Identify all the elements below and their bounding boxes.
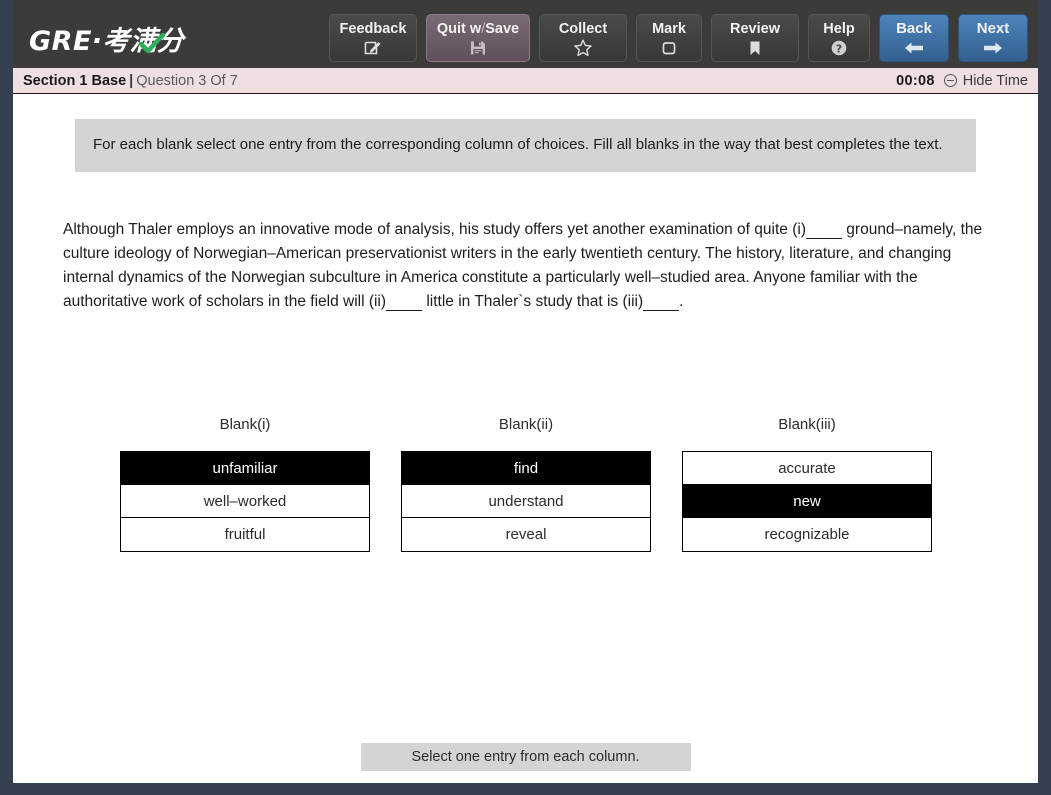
section-status-bar: Section 1 Base | Question 3 Of 7 00:08 Hid… [13,68,1038,94]
help-label: Help [823,20,855,37]
option-blank-i-2[interactable]: well–worked [121,485,369,518]
answer-columns: Blank(i) unfamiliar well–worked fruitful… [13,416,1038,552]
collect-button[interactable]: Collect [539,14,627,62]
mark-label: Mark [652,20,686,37]
option-box-blank-iii: accurate new recognizable [682,451,932,552]
arrow-right-icon [981,38,1005,58]
section-separator: | [129,72,134,89]
brand-logo: GRE·考满分 [29,19,184,58]
column-title-blank-ii: Blank(ii) [498,416,554,433]
bookmark-icon [745,38,765,58]
instructions-box: For each blank select one entry from the… [75,119,976,172]
logo-chinese: 考满分 [102,26,184,57]
passage-blank-3 [643,293,680,311]
section-name: Section 1 Base [23,72,127,89]
feedback-button[interactable]: Feedback [329,14,417,62]
hide-time-label: Hide Time [962,72,1028,89]
mark-button[interactable]: Mark [636,14,702,62]
top-toolbar: Feedback Quit w/Save Collect Mark Review… [329,14,1028,62]
passage-part-3: little in Thaler`s study that is (iii) [422,293,644,310]
passage-part-1: Although Thaler employs an innovative mo… [63,221,806,238]
feedback-label: Feedback [339,20,407,37]
logo-gre: GRE [29,26,92,57]
back-button[interactable]: Back [879,14,949,62]
hide-time-button[interactable]: Hide Time [943,72,1028,89]
passage-blank-1 [805,221,842,239]
star-outline-icon [573,38,593,58]
next-button[interactable]: Next [958,14,1028,62]
next-label: Next [976,19,1010,37]
column-title-blank-iii: Blank(iii) [778,416,836,433]
answer-column-blank-i: Blank(i) unfamiliar well–worked fruitful [120,416,370,552]
option-blank-iii-1[interactable]: accurate [683,452,931,485]
review-label: Review [730,20,780,37]
quit-with-save-button[interactable]: Quit w/Save [426,14,530,62]
footer-hint-text: Select one entry from each column. [411,749,640,765]
back-label: Back [896,19,932,37]
section-info: Section 1 Base | Question 3 Of 7 [23,73,238,89]
instructions-text: For each blank select one entry from the… [93,136,943,153]
help-button[interactable]: Help ? [808,14,870,62]
option-blank-ii-1[interactable]: find [402,452,650,485]
column-title-blank-i: Blank(i) [219,416,271,433]
timer-display: 00:08 [896,72,935,89]
review-button[interactable]: Review [711,14,799,62]
passage-blank-2 [386,293,423,311]
logo-dot: · [91,26,103,57]
square-outline-icon [659,38,679,58]
question-circle-icon: ? [829,38,849,58]
option-blank-ii-2[interactable]: understand [402,485,650,518]
collect-label: Collect [558,20,608,37]
question-content: For each blank select one entry from the… [13,94,1038,783]
option-blank-ii-3[interactable]: reveal [402,518,650,551]
passage-part-4: . [679,293,684,310]
question-progress: Question 3 Of 7 [136,72,238,89]
svg-text:?: ? [836,42,842,55]
minus-circle-icon [943,74,957,87]
timer-area: 00:08 Hide Time [896,73,1028,89]
app-header: GRE·考满分 Feedback Quit w/Save Collect Mar… [13,0,1038,68]
option-box-blank-ii: find understand reveal [401,451,651,552]
answer-column-blank-iii: Blank(iii) accurate new recognizable [682,416,932,552]
option-blank-i-1[interactable]: unfamiliar [121,452,369,485]
edit-note-icon [363,38,383,58]
app-frame: GRE·考满分 Feedback Quit w/Save Collect Mar… [0,0,1051,795]
option-blank-iii-3[interactable]: recognizable [683,518,931,551]
option-blank-i-3[interactable]: fruitful [121,518,369,551]
option-box-blank-i: unfamiliar well–worked fruitful [120,451,370,552]
answer-column-blank-ii: Blank(ii) find understand reveal [401,416,651,552]
option-blank-iii-2[interactable]: new [683,485,931,518]
footer-hint: Select one entry from each column. [360,743,691,771]
quit-save-label: Quit w/Save [436,20,520,37]
arrow-left-icon [902,38,926,58]
passage-text: Although Thaler employs an innovative mo… [63,218,993,314]
save-floppy-icon [468,38,488,58]
